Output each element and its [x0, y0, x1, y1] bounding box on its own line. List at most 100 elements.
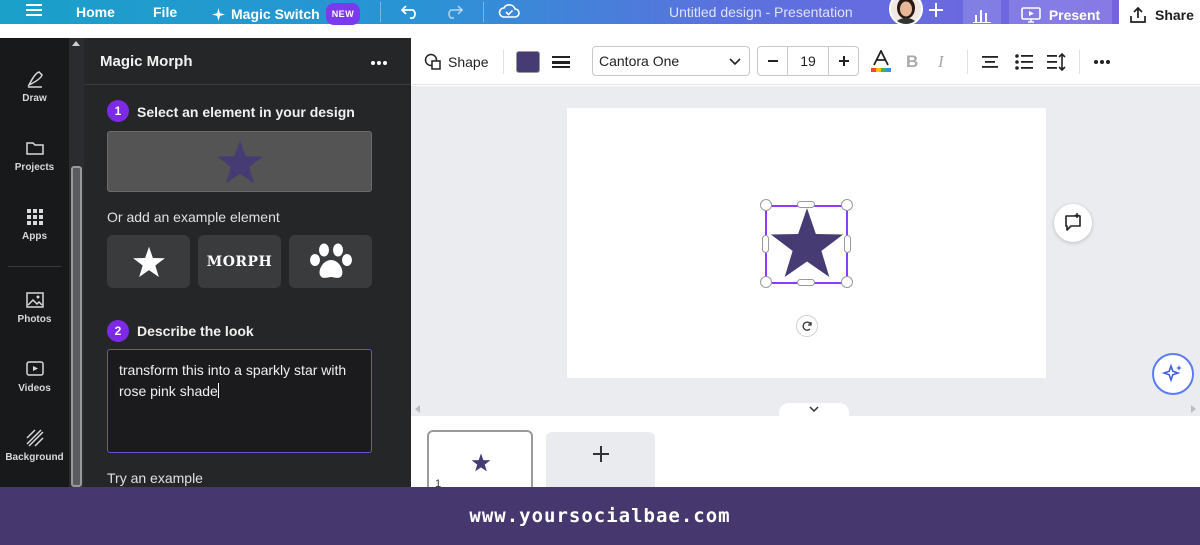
plus-icon — [838, 56, 849, 66]
add-page-button[interactable] — [546, 432, 655, 492]
home-link[interactable]: Home — [76, 3, 115, 21]
toolbar-more-button[interactable] — [1093, 38, 1111, 85]
list-button[interactable] — [1015, 38, 1033, 85]
share-button[interactable]: Share — [1119, 0, 1200, 29]
minus-icon — [767, 60, 778, 62]
text-color-button[interactable] — [870, 38, 892, 85]
insights-button[interactable] — [963, 0, 1001, 29]
font-size-input[interactable]: 19 — [788, 47, 828, 75]
rail-item-background[interactable]: Background — [0, 428, 69, 463]
border-style-button[interactable] — [551, 38, 571, 85]
scroll-left-arrow-icon[interactable] — [415, 405, 420, 413]
redo-button[interactable] — [444, 3, 464, 19]
cloud-save-button[interactable] — [498, 3, 520, 19]
horizontal-scrollbar[interactable] — [411, 403, 1200, 417]
design-title[interactable]: Untitled design - Presentation — [669, 4, 853, 20]
shape-button[interactable]: Shape — [424, 38, 488, 85]
new-badge: NEW — [325, 3, 361, 25]
present-button[interactable]: Present — [1009, 0, 1112, 29]
cloud-check-icon — [498, 4, 520, 18]
panel-scrollbar[interactable] — [69, 38, 84, 487]
font-name: Cantora One — [599, 53, 680, 69]
resize-handle-top-right[interactable] — [841, 199, 853, 211]
resize-handle-left[interactable] — [762, 235, 769, 253]
more-dots-icon — [371, 61, 387, 65]
resize-handle-right[interactable] — [844, 235, 851, 253]
panel-more-button[interactable] — [370, 50, 388, 71]
paw-print-icon — [309, 243, 352, 278]
describe-look-textarea[interactable]: transform this into a sparkly star with … — [107, 349, 372, 453]
resize-handle-bottom-left[interactable] — [760, 276, 772, 288]
star-preview-icon — [216, 139, 263, 183]
avatar[interactable] — [889, 0, 923, 26]
rail-item-draw[interactable]: Draw — [0, 69, 69, 104]
example-paw-tile[interactable] — [289, 235, 372, 288]
rotate-handle[interactable] — [796, 315, 818, 337]
selected-element-preview[interactable] — [107, 131, 372, 192]
align-center-icon — [982, 55, 998, 68]
toggle-pages-button[interactable] — [779, 403, 849, 417]
magic-assistant-button[interactable] — [1152, 353, 1194, 395]
left-rail: Draw Projects Apps Photos Videos Backgro… — [0, 38, 69, 487]
magic-switch-label: Magic Switch — [231, 6, 320, 22]
scrollbar-thumb[interactable] — [71, 166, 82, 487]
rail-label-videos: Videos — [18, 383, 51, 394]
example-element-label: Or add an example element — [107, 209, 280, 225]
increase-size-button[interactable] — [828, 47, 858, 75]
image-icon — [25, 292, 44, 308]
font-family-select[interactable]: Cantora One — [592, 46, 750, 76]
rail-item-photos[interactable]: Photos — [0, 290, 69, 325]
fill-color-swatch — [516, 50, 540, 73]
decrease-size-button[interactable] — [758, 47, 788, 75]
design-page[interactable] — [567, 108, 1046, 378]
spacing-button[interactable] — [1046, 38, 1066, 85]
plus-icon — [592, 446, 609, 462]
menu-button[interactable] — [26, 3, 42, 17]
font-size-stepper[interactable]: 19 — [757, 46, 859, 76]
shape-icon — [424, 53, 441, 70]
add-collaborator-button[interactable] — [929, 3, 943, 17]
example-star-tile[interactable] — [107, 235, 190, 288]
fill-color-button[interactable] — [516, 38, 540, 85]
italic-button[interactable]: I — [938, 38, 944, 85]
resize-handle-bottom[interactable] — [797, 279, 815, 286]
home-label: Home — [76, 4, 115, 20]
italic-icon: I — [938, 51, 944, 71]
plus-icon — [929, 3, 943, 17]
star-thumbnail-icon — [471, 453, 491, 472]
align-center-button[interactable] — [981, 38, 999, 85]
resize-handle-bottom-right[interactable] — [841, 276, 853, 288]
file-menu[interactable]: File — [153, 3, 177, 21]
add-comment-button[interactable] — [1054, 204, 1092, 242]
example-morph-text-tile[interactable]: MORPH — [198, 235, 281, 288]
page-thumbnail[interactable]: 1 — [427, 430, 533, 492]
step-1-label: Select an element in your design — [137, 104, 355, 120]
undo-button[interactable] — [400, 3, 420, 19]
step-2-label: Describe the look — [137, 323, 254, 339]
top-bar: Home File Magic Switch NEW Untitled desi… — [0, 0, 1200, 29]
magic-switch-menu[interactable]: Magic Switch NEW — [212, 3, 361, 25]
selection-box[interactable] — [765, 205, 848, 284]
bold-icon: B — [906, 51, 919, 71]
pages-strip: 1 — [411, 416, 1200, 492]
pattern-icon — [25, 429, 44, 447]
resize-handle-top-left[interactable] — [760, 199, 772, 211]
panel-divider — [84, 84, 411, 85]
scroll-right-arrow-icon[interactable] — [1191, 405, 1196, 413]
bold-button[interactable]: B — [906, 38, 918, 85]
rail-label-apps: Apps — [22, 231, 47, 242]
undo-icon — [400, 5, 416, 19]
website-url: www.yoursocialbae.com — [469, 505, 731, 527]
border-lines-icon — [552, 55, 570, 68]
rail-label-background: Background — [5, 452, 64, 463]
rail-item-apps[interactable]: Apps — [0, 207, 69, 242]
rail-label-photos: Photos — [17, 314, 52, 325]
scroll-up-arrow-icon[interactable] — [72, 41, 80, 46]
rail-item-videos[interactable]: Videos — [0, 359, 69, 394]
rail-item-projects[interactable]: Projects — [0, 138, 69, 173]
morph-text: MORPH — [206, 253, 273, 270]
user-avatar-icon — [891, 0, 921, 24]
redo-icon — [448, 5, 464, 19]
shape-label: Shape — [448, 53, 489, 70]
resize-handle-top[interactable] — [797, 201, 815, 208]
